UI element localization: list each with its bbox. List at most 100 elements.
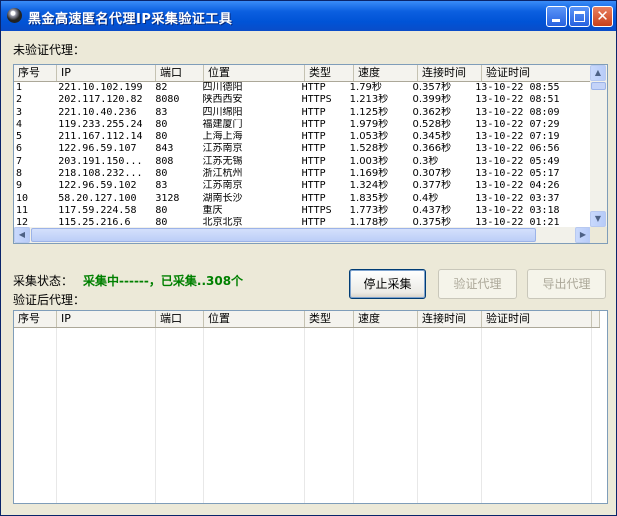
cell-speed: 1.003秒 — [349, 155, 389, 167]
cell-connect-time: 0.3秒 — [412, 155, 439, 167]
list-rows[interactable]: 1 221.10.102.199 82 四川德阳 HTTP 1.79秒 0.357秒 13-1… — [14, 82, 591, 227]
cell-speed: 1.528秒 — [349, 143, 389, 155]
cell-type: HTTPS — [301, 204, 332, 216]
cell-type: HTTPS — [301, 94, 332, 106]
list-header: 序号 IP 端口 位置 类型 速度 连接时间 验证时间 — [14, 65, 602, 82]
list-rows[interactable] — [14, 328, 591, 473]
title-bar[interactable]: 黑金高速匿名代理IP采集验证工具 ✕ — [1, 1, 616, 31]
header-col-location[interactable]: 位置 — [204, 311, 305, 327]
cell-type: HTTP — [301, 192, 326, 204]
cell-type: HTTP — [301, 143, 326, 155]
header-col-port[interactable]: 端口 — [156, 311, 204, 327]
cell-ip: 202.117.120.82 — [58, 94, 143, 106]
stop-collect-button[interactable]: 停止采集 — [349, 269, 426, 299]
scroll-right-icon[interactable]: ▶ — [575, 227, 591, 243]
cell-location: 四川绵阳 — [202, 106, 243, 118]
cell-index: 10 — [16, 192, 29, 204]
header-filler — [592, 311, 600, 327]
cell-index: 9 — [16, 180, 23, 192]
table-row[interactable]: 7 203.191.150... 808 江苏无锡 HTTP 1.003秒 0.3秒 13-1… — [14, 156, 591, 168]
cell-location: 江苏南京 — [202, 143, 243, 155]
vertical-scrollbar[interactable]: ▲ ▼ — [590, 65, 607, 227]
cell-speed: 1.213秒 — [349, 94, 389, 106]
unverified-proxy-list[interactable]: 序号 IP 端口 位置 类型 速度 连接时间 验证时间 1 221.10.102.199 82 四川… — [13, 64, 608, 244]
table-row[interactable]: 6 122.96.59.107 843 江苏南京 HTTP 1.528秒 0.366秒 13-… — [14, 143, 591, 155]
verified-proxy-list[interactable]: 序号 IP 端口 位置 类型 速度 连接时间 验证时间 — [13, 310, 608, 504]
cell-connect-time: 0.345秒 — [412, 131, 452, 143]
cell-ip: 119.233.255.24 — [58, 118, 143, 130]
header-col-speed[interactable]: 速度 — [354, 65, 418, 81]
header-col-location[interactable]: 位置 — [204, 65, 305, 81]
header-col-index[interactable]: 序号 — [14, 311, 57, 327]
close-icon: ✕ — [596, 7, 609, 25]
export-proxy-button[interactable]: 导出代理 — [527, 269, 606, 299]
cell-location: 四川德阳 — [202, 82, 243, 93]
horizontal-scrollbar[interactable]: ◀ ▶ — [14, 227, 591, 243]
horizontal-scroll-thumb[interactable] — [31, 228, 536, 242]
cell-connect-time: 0.437秒 — [412, 204, 452, 216]
unverified-label: 未验证代理： — [13, 43, 86, 57]
header-col-index[interactable]: 序号 — [14, 65, 57, 81]
cell-speed: 1.773秒 — [349, 204, 389, 216]
verify-proxy-button[interactable]: 验证代理 — [438, 269, 517, 299]
cell-ip: 211.167.112.14 — [58, 131, 143, 143]
cell-connect-time: 0.366秒 — [412, 143, 452, 155]
header-col-type[interactable]: 类型 — [305, 65, 354, 81]
table-row[interactable]: 11 117.59.224.58 80 重庆 HTTPS 1.773秒 0.437秒 13-1… — [14, 205, 591, 217]
header-col-ip[interactable]: IP — [57, 65, 156, 81]
table-row[interactable]: 12 115.25.216.6 80 北京北京 HTTP 1.178秒 0.375秒 13-1… — [14, 217, 591, 227]
cell-verify-time: 13-10-22 03:18 — [475, 204, 560, 216]
maximize-button[interactable] — [569, 6, 590, 27]
cell-port: 83 — [155, 180, 168, 192]
cell-port: 80 — [155, 118, 168, 130]
header-col-port[interactable]: 端口 — [156, 65, 204, 81]
header-col-verify-time[interactable]: 验证时间 — [482, 65, 602, 81]
cell-speed: 1.835秒 — [349, 192, 389, 204]
table-row[interactable]: 4 119.233.255.24 80 福建厦门 HTTP 1.979秒 0.528秒 13-… — [14, 119, 591, 131]
cell-speed: 1.053秒 — [349, 131, 389, 143]
cell-port: 83 — [155, 106, 168, 118]
table-row[interactable]: 2 202.117.120.82 8080 陕西西安 HTTPS 1.213秒 0.399秒… — [14, 94, 591, 106]
scroll-down-icon[interactable]: ▼ — [590, 211, 606, 227]
status-label: 采集状态： — [13, 274, 74, 288]
column-divider — [155, 328, 156, 503]
cell-index: 4 — [16, 118, 23, 130]
cell-port: 843 — [155, 143, 174, 155]
header-col-connect-time[interactable]: 连接时间 — [418, 65, 482, 81]
cell-location: 陕西西安 — [202, 94, 243, 106]
header-col-speed[interactable]: 速度 — [354, 311, 418, 327]
cell-index: 8 — [16, 168, 23, 180]
table-row[interactable]: 8 218.108.232... 80 浙江杭州 HTTP 1.169秒 0.307秒 13-… — [14, 168, 591, 180]
cell-verify-time: 13-10-22 08:51 — [475, 94, 560, 106]
table-row[interactable]: 1 221.10.102.199 82 四川德阳 HTTP 1.79秒 0.357秒 13-1… — [14, 82, 591, 94]
column-divider — [353, 328, 354, 503]
cell-connect-time: 0.4秒 — [412, 192, 439, 204]
cell-index: 1 — [16, 82, 23, 93]
cell-location: 江苏南京 — [202, 180, 243, 192]
cell-index: 3 — [16, 106, 23, 118]
scroll-left-icon[interactable]: ◀ — [14, 227, 30, 243]
cell-ip: 221.10.40.236 — [58, 106, 137, 118]
minimize-icon — [552, 19, 560, 22]
cell-verify-time: 13-10-22 07:29 — [475, 118, 560, 130]
cell-type: HTTP — [301, 131, 326, 143]
minimize-button[interactable] — [546, 6, 567, 27]
vertical-scroll-thumb[interactable] — [591, 82, 606, 90]
cell-ip: 117.59.224.58 — [58, 204, 137, 216]
header-col-connect-time[interactable]: 连接时间 — [418, 311, 482, 327]
close-button[interactable]: ✕ — [592, 6, 613, 27]
header-col-ip[interactable]: IP — [57, 311, 156, 327]
scroll-up-icon[interactable]: ▲ — [590, 65, 606, 81]
cell-connect-time: 0.357秒 — [412, 82, 452, 93]
cell-port: 80 — [155, 217, 168, 227]
table-row[interactable]: 9 122.96.59.102 83 江苏南京 HTTP 1.324秒 0.377秒 13-1… — [14, 180, 591, 192]
header-col-type[interactable]: 类型 — [305, 311, 354, 327]
app-icon[interactable] — [7, 8, 22, 23]
header-col-verify-time[interactable]: 验证时间 — [482, 311, 592, 327]
table-row[interactable]: 10 58.20.127.100 3128 湖南长沙 HTTP 1.835秒 0.4秒 13-… — [14, 193, 591, 205]
table-row[interactable]: 5 211.167.112.14 80 上海上海 HTTP 1.053秒 0.345秒 13-… — [14, 131, 591, 143]
cell-ip: 218.108.232... — [58, 168, 143, 180]
table-row[interactable]: 3 221.10.40.236 83 四川绵阳 HTTP 1.125秒 0.362秒 13-1… — [14, 107, 591, 119]
cell-verify-time: 13-10-22 01:21 — [475, 217, 560, 227]
verified-label: 验证后代理： — [13, 293, 86, 307]
